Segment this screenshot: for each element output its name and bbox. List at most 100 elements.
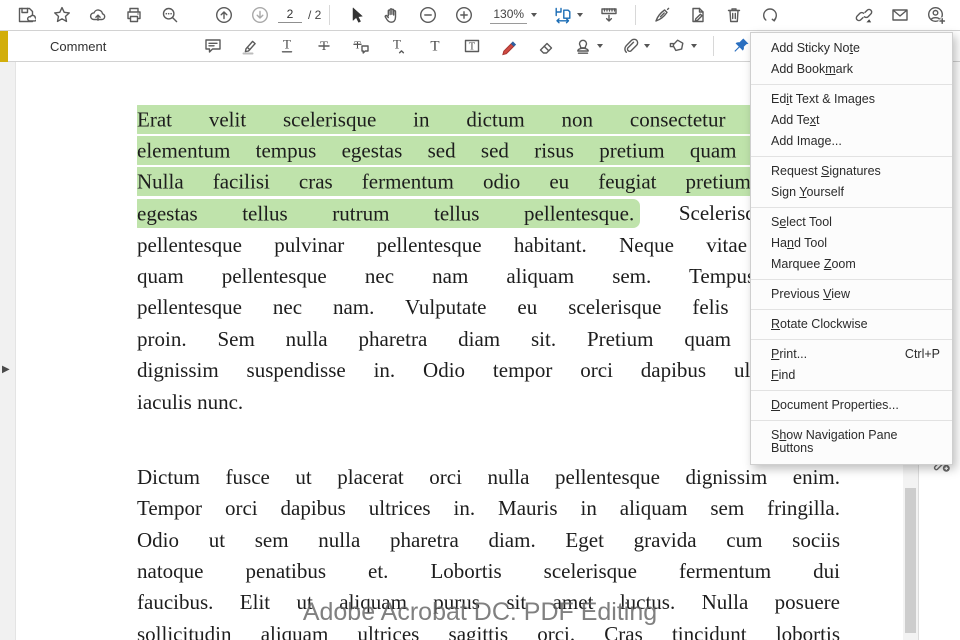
fill-and-sign-button[interactable]: [650, 2, 674, 28]
menu-item-label: Add Sticky Note: [771, 41, 860, 55]
comment-accent-bar: [0, 30, 8, 62]
rotate-button[interactable]: [758, 2, 782, 28]
toolbar-divider: [635, 5, 637, 25]
text-line: proin. Sem nulla pharetra diam sit. Pret…: [137, 326, 840, 351]
fountain-pen-icon: [655, 7, 670, 22]
zoom-in-icon: [456, 6, 473, 24]
menu-separator: [751, 207, 952, 208]
menu-item-previous-view[interactable]: Previous View: [751, 284, 952, 305]
highlight-annotation[interactable]: Nulla facilisi cras fermentum odio eu fe…: [137, 167, 840, 197]
menu-separator: [751, 390, 952, 391]
delete-button[interactable]: [722, 2, 746, 28]
highlight-annotation[interactable]: elementum tempus egestas sed sed risus p…: [137, 135, 840, 165]
text-line: Erat velit scelerisque in dictum non con…: [137, 104, 840, 135]
share-link-button[interactable]: [852, 2, 876, 28]
menu-separator: [751, 309, 952, 310]
menu-item-show-navigation-pane-buttons[interactable]: Show Navigation Pane Buttons: [751, 425, 952, 459]
print-button[interactable]: [122, 2, 146, 28]
menu-item-label: Hand Tool: [771, 236, 828, 250]
stamp-button[interactable]: [571, 33, 605, 59]
add-text-icon: T: [430, 39, 439, 55]
page-number-input[interactable]: [278, 7, 302, 23]
chevron-down-icon: [531, 13, 538, 17]
fit-width-icon: [555, 7, 571, 24]
text-box-icon: T: [464, 39, 480, 53]
zoom-level-dropdown[interactable]: 130%: [490, 7, 538, 24]
eraser-icon: [539, 42, 553, 54]
underline-text-icon: T: [281, 37, 293, 53]
add-text-comment-button[interactable]: T: [423, 33, 447, 59]
zoom-out-button[interactable]: [416, 2, 440, 28]
menu-item-print[interactable]: Print... Ctrl+P: [751, 344, 952, 365]
highlight-annotation[interactable]: egestas tellus rutrum tellus pellentesqu…: [137, 198, 641, 228]
caption-text: Adobe Acrobat DC: PDF Editing: [302, 598, 658, 626]
menu-item-marquee-zoom[interactable]: Marquee Zoom: [751, 254, 952, 275]
chevron-down-icon: [596, 44, 603, 48]
replace-text-button[interactable]: T: [349, 33, 373, 59]
share-button[interactable]: [86, 2, 110, 28]
menu-item-label: Rotate Clockwise: [771, 317, 868, 331]
menu-item-select-tool[interactable]: Select Tool: [751, 212, 952, 233]
send-email-button[interactable]: [888, 2, 912, 28]
nav-pane-strip: ▶: [0, 62, 16, 640]
hand-tool-button[interactable]: [380, 2, 404, 28]
strikethrough-text-button[interactable]: T: [312, 33, 336, 59]
menu-item-label: Request Signatures: [771, 164, 881, 178]
highlight-annotation[interactable]: Erat velit scelerisque in dictum non con…: [137, 104, 840, 134]
zoom-level-value: 130%: [490, 7, 528, 24]
menu-item-add-sticky-note[interactable]: Add Sticky Note: [751, 38, 952, 59]
page-down-icon: [251, 6, 269, 24]
attach-file-button[interactable]: [618, 33, 652, 59]
chevron-down-icon: [690, 44, 697, 48]
menu-item-label: Add Bookmark: [771, 62, 854, 76]
menu-item-label: Previous View: [771, 287, 850, 301]
menu-item-add-text[interactable]: Add Text: [751, 110, 952, 131]
text-box-button[interactable]: T: [460, 33, 484, 59]
account-button[interactable]: [924, 2, 948, 28]
search-button[interactable]: [158, 2, 182, 28]
nav-pane-toggle[interactable]: ▶: [2, 365, 10, 375]
menu-item-add-image[interactable]: Add Image...: [751, 131, 952, 152]
erase-button[interactable]: [534, 33, 558, 59]
scrolling-mode-button[interactable]: [597, 2, 621, 28]
previous-page-button[interactable]: [212, 2, 236, 28]
highlight-text-button[interactable]: [238, 33, 262, 59]
toolbar-divider: [713, 36, 715, 56]
menu-item-label: Edit Text & Images: [771, 92, 875, 106]
menu-item-sign-yourself[interactable]: Sign Yourself: [751, 182, 952, 203]
toolbar-divider: [329, 5, 331, 25]
menu-separator: [751, 420, 952, 421]
sticky-note-button[interactable]: [201, 33, 225, 59]
menu-item-document-properties[interactable]: Document Properties...: [751, 395, 952, 416]
fit-width-button[interactable]: [551, 2, 585, 28]
page-text: Erat velit scelerisque in dictum non con…: [137, 104, 840, 640]
underline-text-button[interactable]: T: [275, 33, 299, 59]
menu-item-rotate-clockwise[interactable]: Rotate Clockwise: [751, 314, 952, 335]
context-menu: Add Sticky Note Add Bookmark Edit Text & I…: [750, 32, 953, 465]
next-page-button[interactable]: [248, 2, 272, 28]
menu-item-add-bookmark[interactable]: Add Bookmark: [751, 59, 952, 80]
edit-pdf-button[interactable]: [686, 2, 710, 28]
draw-button[interactable]: [497, 33, 521, 59]
insert-text-button[interactable]: T: [386, 33, 410, 59]
menu-item-label: Sign Yourself: [771, 185, 844, 199]
zoom-in-button[interactable]: [452, 2, 476, 28]
main-toolbar: / 2 130%: [0, 0, 960, 31]
scrollbar-thumb[interactable]: [905, 488, 916, 633]
star-icon: [54, 6, 70, 23]
sticky-note-icon: [205, 39, 221, 53]
select-tool-button[interactable]: [344, 2, 368, 28]
chevron-down-icon: [643, 44, 650, 48]
save-button[interactable]: [14, 2, 38, 28]
text-line: quam pellentesque nec nam aliquam sem. T…: [137, 263, 840, 288]
menu-item-hand-tool[interactable]: Hand Tool: [751, 233, 952, 254]
page-total-label: / 2: [308, 8, 322, 22]
menu-item-edit-text-images[interactable]: Edit Text & Images: [751, 89, 952, 110]
menu-item-shortcut: Ctrl+P: [904, 347, 940, 361]
menu-item-find[interactable]: Find: [751, 365, 952, 386]
text-line: elementum tempus egestas sed sed risus p…: [137, 135, 840, 166]
hand-icon: [384, 8, 397, 23]
favorites-button[interactable]: [50, 2, 74, 28]
drawing-tools-button[interactable]: [665, 33, 699, 59]
menu-item-request-signatures[interactable]: Request Signatures: [751, 161, 952, 182]
